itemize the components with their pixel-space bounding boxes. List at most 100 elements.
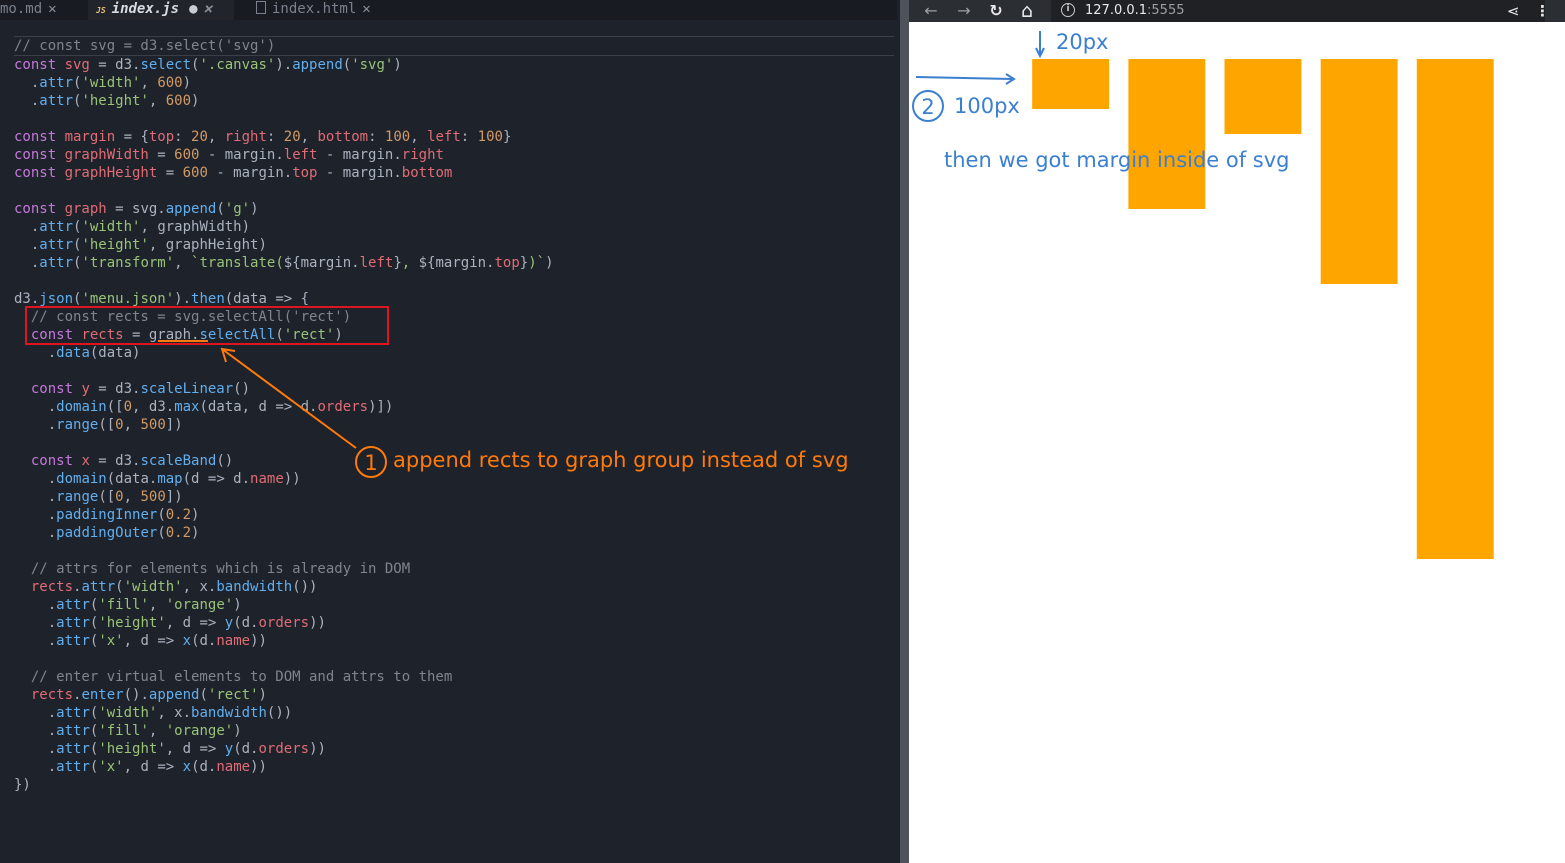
code-token: .: [14, 507, 57, 523]
code-line[interactable]: [14, 650, 894, 668]
code-token: 0.2: [165, 507, 192, 523]
code-token: (data, d => d.: [199, 399, 318, 415]
code-line[interactable]: .attr('transform', `translate(${margin.l…: [14, 254, 894, 272]
code-line[interactable]: const graphHeight = 600 - margin.top - m…: [14, 164, 894, 182]
code-line[interactable]: const graphWidth = 600 - margin.left - m…: [14, 146, 894, 164]
code-token: 'width': [98, 705, 158, 721]
code-token: =: [148, 147, 175, 163]
code-token: attr: [56, 759, 90, 775]
code-token: 'height': [81, 237, 149, 253]
code-line[interactable]: .attr('width', graphWidth): [14, 218, 894, 236]
code-token: rects: [81, 327, 124, 343]
forward-icon[interactable]: →: [952, 0, 976, 22]
code-line[interactable]: rects.enter().append('rect'): [14, 686, 894, 704]
code-line[interactable]: .range([0, 500]): [14, 416, 894, 434]
code-token: (data.: [106, 471, 158, 487]
share-icon[interactable]: ⋖: [1507, 0, 1520, 22]
info-icon[interactable]: i: [1061, 3, 1075, 17]
code-line[interactable]: // attrs for elements which is already i…: [14, 560, 894, 578]
code-token: :: [266, 129, 284, 145]
code-line[interactable]: .range([0, 500]): [14, 488, 894, 506]
code-token: (d.: [191, 633, 217, 649]
code-line[interactable]: const graph = svg.append('g'): [14, 200, 894, 218]
code-line[interactable]: const rects = graph.selectAll('rect'): [14, 326, 894, 344]
code-editor[interactable]: mo.md ✕ JS index.js ● ✕ index.html ✕ // const…: [0, 0, 897, 863]
code-token: (d.: [233, 615, 259, 631]
code-token: attr: [56, 741, 90, 757]
code-line[interactable]: .data(data): [14, 344, 894, 362]
code-line[interactable]: // const rects = svg.selectAll('rect'): [14, 308, 894, 326]
chart-bar: [1128, 59, 1206, 209]
menu-icon[interactable]: ⋮: [1535, 0, 1550, 22]
code-token: 'fill': [98, 597, 149, 613]
code-line[interactable]: }): [14, 776, 894, 794]
code-token: d3.: [14, 291, 40, 307]
code-token: 500: [140, 417, 166, 433]
code-token: (data): [89, 345, 141, 361]
code-token: bandwidth: [216, 579, 293, 595]
code-token: .: [14, 615, 57, 631]
code-line[interactable]: [14, 362, 894, 380]
close-icon[interactable]: ✕: [362, 1, 370, 17]
code-line[interactable]: .paddingInner(0.2): [14, 506, 894, 524]
back-icon[interactable]: ←: [919, 0, 943, 22]
code-token: ,: [410, 129, 428, 145]
code-token: graph: [64, 201, 107, 217]
code-line[interactable]: [14, 110, 894, 128]
code-line[interactable]: .attr('width', x.bandwidth()): [14, 704, 894, 722]
code-line[interactable]: .attr('height', graphHeight): [14, 236, 894, 254]
code-line[interactable]: .attr('fill', 'orange'): [14, 722, 894, 740]
code-token: ,: [140, 75, 158, 91]
code-line[interactable]: .attr('fill', 'orange'): [14, 596, 894, 614]
code-token: ): [191, 93, 200, 109]
code-line[interactable]: .attr('x', d => x(d.name)): [14, 632, 894, 650]
code-area[interactable]: // const svg = d3.select('svg') const svg…: [14, 36, 894, 794]
code-line[interactable]: .attr('x', d => x(d.name)): [14, 758, 894, 776]
code-token: :: [460, 129, 478, 145]
code-line[interactable]: [14, 542, 894, 560]
code-line[interactable]: const svg = d3.select('.canvas').append(…: [14, 56, 894, 74]
code-line[interactable]: rects.attr('width', x.bandwidth()): [14, 578, 894, 596]
code-line[interactable]: d3.json('menu.json').then(data => {: [14, 290, 894, 308]
code-token: }): [14, 777, 31, 793]
code-token: .: [14, 399, 57, 415]
address-bar[interactable]: i 127.0.0.1:5555: [1051, 0, 1545, 22]
tab-index-html[interactable]: index.html ✕: [256, 0, 396, 20]
code-token: svg: [64, 57, 90, 73]
reload-icon[interactable]: ↻: [984, 0, 1008, 22]
code-token: bandwidth: [191, 705, 267, 721]
code-line[interactable]: .attr('height', 600): [14, 92, 894, 110]
code-line[interactable]: .domain(data.map(d => d.name)): [14, 470, 894, 488]
code-token: (): [216, 453, 234, 469]
code-token: attr: [39, 75, 74, 91]
code-line[interactable]: // const svg = d3.select('svg'): [14, 36, 894, 56]
code-line[interactable]: .paddingOuter(0.2): [14, 524, 894, 542]
code-token: rects: [30, 687, 74, 703]
code-line[interactable]: [14, 182, 894, 200]
code-line[interactable]: .attr('height', d => y(d.orders)): [14, 614, 894, 632]
code-token: .: [14, 525, 57, 541]
code-token: y: [81, 381, 90, 397]
code-token: (: [157, 525, 166, 541]
code-line[interactable]: // enter virtual elements to DOM and att…: [14, 668, 894, 686]
tab-index-js[interactable]: JS index.js ● ✕: [88, 0, 234, 20]
code-token: ,: [148, 723, 166, 739]
home-icon[interactable]: ⌂: [1015, 0, 1039, 22]
code-token: // enter virtual elements to DOM and att…: [14, 669, 453, 685]
tab-mo-md[interactable]: mo.md ✕: [0, 0, 80, 20]
code-token: x: [182, 633, 192, 649]
code-line[interactable]: [14, 272, 894, 290]
code-line[interactable]: .domain([0, d3.max(data, d => d.orders)]…: [14, 398, 894, 416]
code-line[interactable]: const margin = {top: 20, right: 20, bott…: [14, 128, 894, 146]
code-line[interactable]: .attr('width', 600): [14, 74, 894, 92]
pane-divider[interactable]: [900, 0, 909, 863]
code-line[interactable]: const y = d3.scaleLinear(): [14, 380, 894, 398]
code-token: attr: [56, 633, 90, 649]
close-icon[interactable]: ✕: [204, 1, 212, 17]
code-line[interactable]: .attr('height', d => y(d.orders)): [14, 740, 894, 758]
code-token: top: [494, 255, 520, 271]
code-token: ): [233, 597, 242, 613]
close-icon[interactable]: ✕: [48, 1, 56, 17]
code-token: (): [233, 381, 251, 397]
